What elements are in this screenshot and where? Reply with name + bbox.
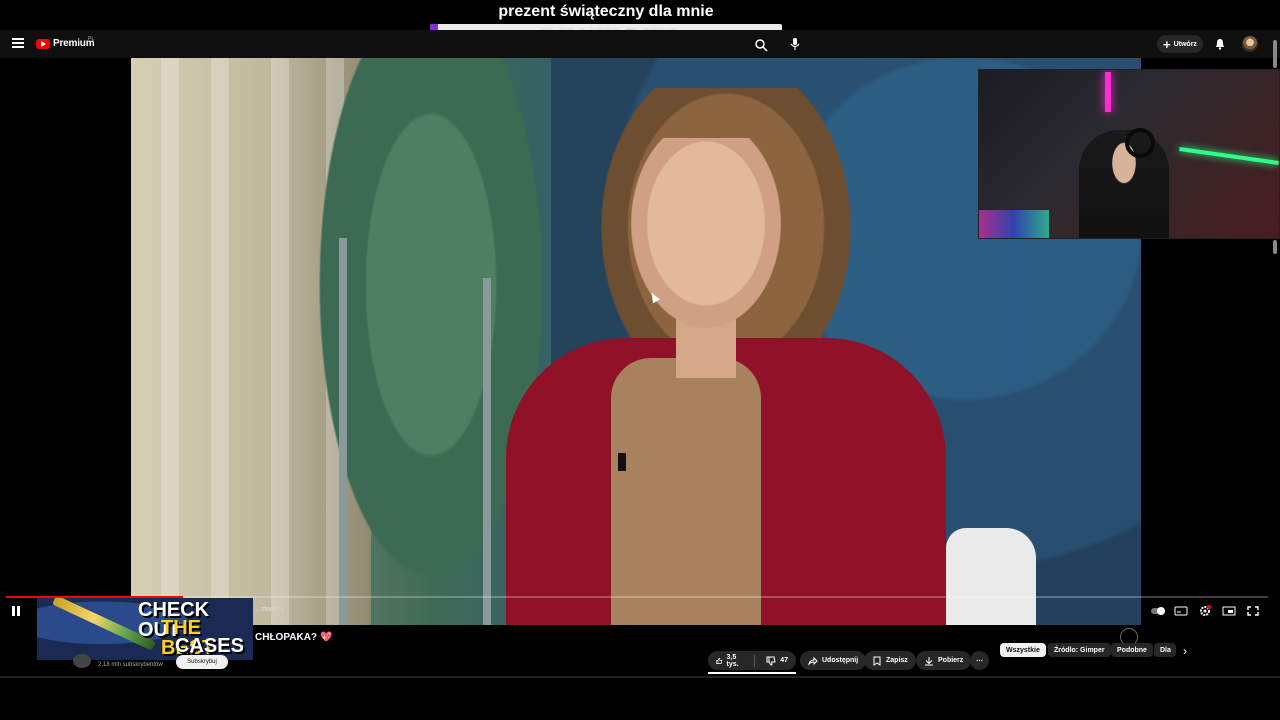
save-button[interactable]: Zapisz [864,651,916,670]
search-icon[interactable] [754,38,768,52]
masthead: Premium PL + Utwórz [0,30,1280,58]
subscribe-button[interactable]: Subskrybuj [176,655,228,669]
youtube-logo[interactable]: Premium PL [36,36,95,49]
bell-icon[interactable] [1214,38,1226,50]
lamp-pole [483,278,491,625]
settings-icon[interactable] [1198,605,1212,617]
share-label: Udostępnij [822,657,859,664]
download-button[interactable]: Pobierz [916,651,972,670]
chip-similar[interactable]: Podobne [1111,643,1153,657]
share-button[interactable]: Udostępnij [800,651,867,670]
chapter-title[interactable]: ...stwa? › [255,606,283,613]
chip-all[interactable]: Wszystkie [1000,643,1046,657]
video-title-text: CHŁOPAKA? [255,632,318,643]
headset-icon [1125,128,1155,158]
like-count: 3,5 tys. [726,653,739,668]
more-icon: ⋯ [976,657,983,665]
neon-light [1105,72,1111,112]
streamer-webcam [978,69,1280,239]
chip-for-you[interactable]: Dla [1154,643,1176,657]
chevron-right-icon[interactable]: › [1183,644,1187,658]
like-dislike-group: 3,5 tys. 47 [708,651,796,670]
lamp-pole [339,238,347,625]
plus-icon: + [1163,36,1171,52]
scrollbar[interactable] [1273,40,1277,68]
menu-icon[interactable] [12,38,24,48]
like-underline [708,672,796,674]
thumbs-up-icon [716,657,723,664]
fullscreen-icon[interactable] [1246,605,1260,617]
neon-light [1179,147,1279,165]
studio-chair [946,528,1036,625]
thumbs-down-icon [766,656,776,666]
create-button[interactable]: + Utwórz [1157,35,1203,53]
chip-source[interactable]: Źródło: Gimper [1048,643,1111,657]
like-button[interactable]: 3,5 tys. [708,651,750,670]
dislike-button[interactable]: 47 [758,651,796,670]
streamer [1079,130,1169,238]
autoplay-toggle[interactable] [1151,605,1165,617]
scrollbar[interactable] [1273,240,1277,254]
more-actions-button[interactable]: ⋯ [970,651,989,670]
dislike-count: 47 [780,657,788,664]
download-icon [925,656,933,665]
presenter-shirt [611,358,761,625]
download-label: Pobierz [938,657,964,664]
donation-goal-title: prezent świąteczny dla mnie [498,3,714,20]
ad-text-line: CASES [175,635,244,657]
logo-region-code: PL [88,36,95,42]
save-label: Zapisz [886,657,908,664]
youtube-play-icon [36,38,50,49]
subtitles-icon[interactable] [1174,605,1188,617]
video-title: CHŁOPAKA? 💖 [255,632,332,643]
share-icon [808,656,818,666]
rgb-keyboard [979,210,1049,238]
account-avatar[interactable] [1242,36,1258,52]
ad-banner[interactable]: CHECK OUT THE BEST CASES [37,598,253,660]
pause-icon[interactable] [11,606,21,616]
create-button-label: Utwórz [1173,40,1197,48]
subscriber-count: 2,18 mln subskrybentów [98,662,163,668]
channel-avatar[interactable] [73,654,91,668]
divider [0,676,1280,678]
lapel-mic [618,453,626,471]
miniplayer-icon[interactable] [1222,605,1236,617]
heart-emoji: 💖 [320,632,333,643]
mic-icon[interactable] [789,37,801,51]
bookmark-icon [873,656,881,666]
